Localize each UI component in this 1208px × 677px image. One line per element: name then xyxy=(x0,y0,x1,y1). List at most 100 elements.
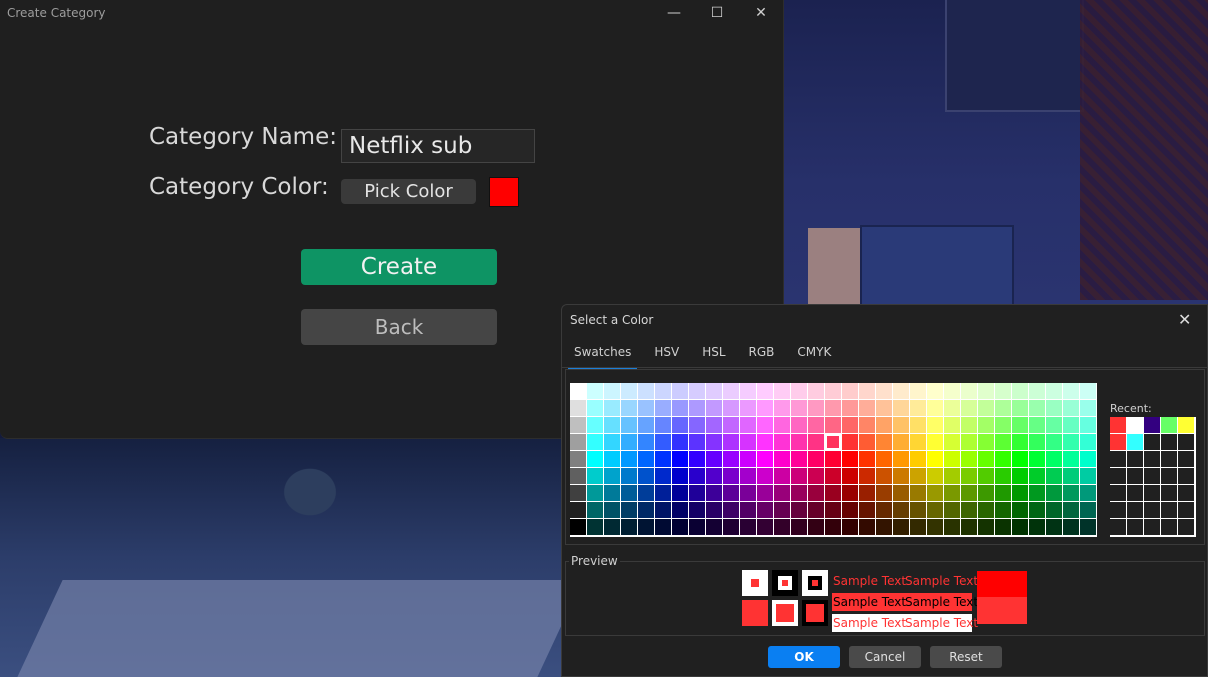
swatch-cell[interactable] xyxy=(655,519,672,536)
swatch-cell[interactable] xyxy=(893,451,910,468)
swatch-cell[interactable] xyxy=(791,383,808,400)
swatch-cell[interactable] xyxy=(842,434,859,451)
swatch-cell[interactable] xyxy=(893,434,910,451)
swatch-cell[interactable] xyxy=(791,417,808,434)
swatch-cell[interactable] xyxy=(604,434,621,451)
swatch-cell[interactable] xyxy=(910,417,927,434)
swatch-cell[interactable] xyxy=(706,451,723,468)
swatch-cell[interactable] xyxy=(689,468,706,485)
reset-button[interactable]: Reset xyxy=(930,646,1002,668)
swatch-cell[interactable] xyxy=(689,502,706,519)
recent-color-cell[interactable] xyxy=(1127,502,1144,519)
swatch-cell[interactable] xyxy=(859,519,876,536)
swatch-grid[interactable] xyxy=(570,383,1097,537)
swatch-cell[interactable] xyxy=(1029,434,1046,451)
tab-hsl[interactable]: HSL xyxy=(696,343,731,367)
swatch-cell[interactable] xyxy=(655,468,672,485)
swatch-cell[interactable] xyxy=(808,519,825,536)
swatch-cell[interactable] xyxy=(859,485,876,502)
swatch-cell[interactable] xyxy=(621,451,638,468)
swatch-cell[interactable] xyxy=(570,468,587,485)
swatch-cell[interactable] xyxy=(638,400,655,417)
swatch-cell[interactable] xyxy=(1080,400,1097,417)
swatch-cell[interactable] xyxy=(638,451,655,468)
swatch-cell[interactable] xyxy=(672,383,689,400)
swatch-cell[interactable] xyxy=(1046,417,1063,434)
swatch-cell[interactable] xyxy=(808,451,825,468)
swatch-cell[interactable] xyxy=(723,383,740,400)
swatch-cell[interactable] xyxy=(944,383,961,400)
swatch-cell[interactable] xyxy=(587,434,604,451)
swatch-cell[interactable] xyxy=(1063,383,1080,400)
swatch-cell[interactable] xyxy=(1063,519,1080,536)
swatch-cell[interactable] xyxy=(961,485,978,502)
swatch-cell[interactable] xyxy=(893,468,910,485)
swatch-cell[interactable] xyxy=(1063,400,1080,417)
swatch-cell[interactable] xyxy=(1029,383,1046,400)
swatch-cell[interactable] xyxy=(604,417,621,434)
swatch-cell[interactable] xyxy=(672,451,689,468)
swatch-cell[interactable] xyxy=(587,383,604,400)
swatch-cell[interactable] xyxy=(1046,468,1063,485)
swatch-cell[interactable] xyxy=(621,519,638,536)
maximize-icon[interactable]: ☐ xyxy=(695,0,739,26)
ok-button[interactable]: OK xyxy=(768,646,840,668)
swatch-cell[interactable] xyxy=(995,417,1012,434)
recent-color-cell[interactable] xyxy=(1110,485,1127,502)
swatch-cell[interactable] xyxy=(876,468,893,485)
swatch-cell[interactable] xyxy=(672,519,689,536)
swatch-cell[interactable] xyxy=(842,502,859,519)
recent-color-cell[interactable] xyxy=(1127,451,1144,468)
swatch-cell[interactable] xyxy=(995,519,1012,536)
swatch-cell[interactable] xyxy=(1012,434,1029,451)
swatch-cell[interactable] xyxy=(1012,451,1029,468)
swatch-cell[interactable] xyxy=(740,485,757,502)
swatch-cell[interactable] xyxy=(961,417,978,434)
swatch-cell[interactable] xyxy=(723,400,740,417)
swatch-cell[interactable] xyxy=(706,400,723,417)
swatch-cell[interactable] xyxy=(689,485,706,502)
swatch-cell[interactable] xyxy=(604,451,621,468)
swatch-cell[interactable] xyxy=(655,451,672,468)
swatch-cell[interactable] xyxy=(740,434,757,451)
tab-rgb[interactable]: RGB xyxy=(743,343,781,367)
swatch-cell[interactable] xyxy=(876,502,893,519)
swatch-cell[interactable] xyxy=(808,383,825,400)
swatch-cell[interactable] xyxy=(859,400,876,417)
swatch-cell[interactable] xyxy=(842,417,859,434)
swatch-cell[interactable] xyxy=(1046,519,1063,536)
swatch-cell[interactable] xyxy=(757,519,774,536)
swatch-cell[interactable] xyxy=(808,434,825,451)
swatch-cell[interactable] xyxy=(978,519,995,536)
swatch-cell[interactable] xyxy=(1080,383,1097,400)
swatch-cell[interactable] xyxy=(1029,519,1046,536)
tab-hsv[interactable]: HSV xyxy=(648,343,685,367)
swatch-cell[interactable] xyxy=(655,400,672,417)
swatch-cell[interactable] xyxy=(927,451,944,468)
swatch-cell[interactable] xyxy=(774,400,791,417)
title-bar[interactable]: Create Category — ☐ ✕ xyxy=(0,0,783,27)
swatch-cell[interactable] xyxy=(893,502,910,519)
swatch-cell[interactable] xyxy=(893,485,910,502)
recent-color-cell[interactable] xyxy=(1144,468,1161,485)
swatch-cell[interactable] xyxy=(825,502,842,519)
swatch-cell[interactable] xyxy=(927,417,944,434)
swatch-cell[interactable] xyxy=(825,417,842,434)
swatch-cell[interactable] xyxy=(672,434,689,451)
swatch-cell[interactable] xyxy=(859,451,876,468)
swatch-cell[interactable] xyxy=(587,485,604,502)
swatch-cell[interactable] xyxy=(604,468,621,485)
swatch-cell[interactable] xyxy=(638,485,655,502)
swatch-cell[interactable] xyxy=(978,502,995,519)
swatch-cell[interactable] xyxy=(706,417,723,434)
recent-color-cell[interactable] xyxy=(1110,502,1127,519)
swatch-cell[interactable] xyxy=(638,519,655,536)
swatch-cell[interactable] xyxy=(570,519,587,536)
swatch-cell[interactable] xyxy=(927,468,944,485)
swatch-cell[interactable] xyxy=(587,468,604,485)
swatch-cell[interactable] xyxy=(944,485,961,502)
swatch-cell[interactable] xyxy=(774,519,791,536)
swatch-cell[interactable] xyxy=(570,417,587,434)
swatch-cell[interactable] xyxy=(587,502,604,519)
swatch-cell[interactable] xyxy=(570,383,587,400)
